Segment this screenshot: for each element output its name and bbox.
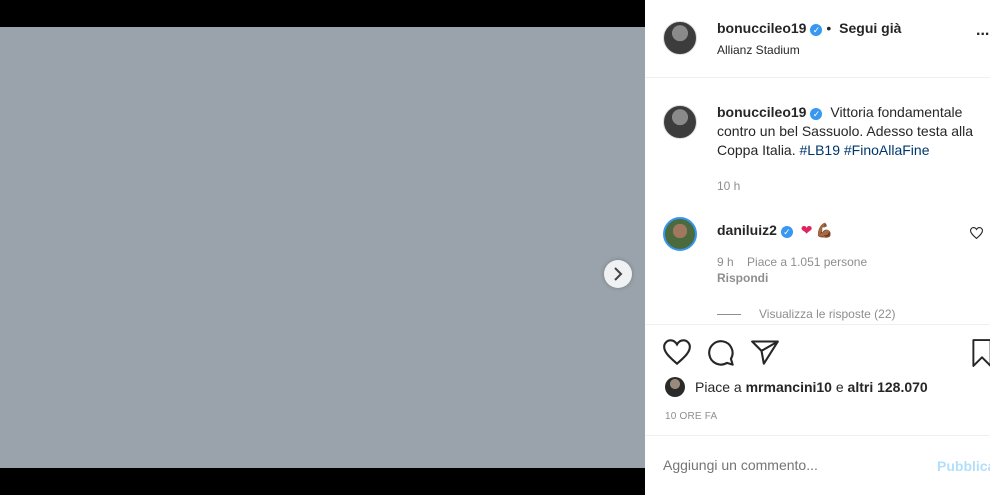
post-photo[interactable] xyxy=(0,27,645,468)
header-separator: • xyxy=(826,20,832,36)
more-options-button[interactable]: ... xyxy=(976,22,990,40)
comments-area[interactable]: bonuccileo19 ✓ Vittoria fondamentale cont… xyxy=(645,79,990,324)
liker-username[interactable]: mrmancini10 xyxy=(746,379,832,395)
post-side-panel: bonuccileo19 ✓ • Segui già Allianz Stadiu… xyxy=(645,0,990,495)
follow-status-button[interactable]: Segui già xyxy=(839,20,901,36)
view-replies-label: Visualizza le risposte (22) xyxy=(759,307,896,321)
verified-badge-icon: ✓ xyxy=(780,226,793,238)
hashtag-link[interactable]: #FinoAllaFine xyxy=(844,142,930,158)
likes-summary[interactable]: Piace a mrmancini10 e altri 128.070 xyxy=(665,377,928,397)
heart-icon xyxy=(969,227,984,240)
next-photo-button[interactable] xyxy=(604,260,632,288)
replies-divider xyxy=(717,313,741,315)
comment-text: daniluiz2 ✓ ❤ 💪🏾 xyxy=(717,222,833,239)
post-timestamp: 10 ORE FA xyxy=(665,411,718,422)
comment-button[interactable] xyxy=(707,339,735,367)
commenter-username[interactable]: daniluiz2 xyxy=(717,222,777,238)
author-avatar[interactable] xyxy=(663,21,697,55)
heart-icon xyxy=(663,339,691,366)
post-header: bonuccileo19 ✓ • Segui già Allianz Stadiu… xyxy=(645,0,990,78)
view-replies-button[interactable]: Visualizza le risposte (22) xyxy=(717,307,896,321)
caption-time: 10 h xyxy=(717,179,741,193)
comment-meta: 9 h Piace a 1.051 persone xyxy=(717,255,877,269)
likes-others-link[interactable]: altri 128.070 xyxy=(848,379,928,395)
bookmark-icon xyxy=(972,339,990,367)
liker-avatar xyxy=(665,377,685,397)
commenter-avatar[interactable] xyxy=(663,217,697,251)
paper-plane-icon xyxy=(751,340,779,365)
comment-input[interactable] xyxy=(663,457,913,473)
add-comment-bar: Pubblica xyxy=(645,435,990,495)
photo-pane xyxy=(0,0,645,495)
post-actions: Piace a mrmancini10 e altri 128.070 10 O… xyxy=(645,324,990,435)
flexed-biceps-emoji: 💪🏾 xyxy=(815,222,833,238)
red-heart-emoji: ❤ xyxy=(800,222,813,238)
comment-icon xyxy=(708,340,734,366)
caption-avatar[interactable] xyxy=(663,105,697,139)
verified-badge-icon: ✓ xyxy=(810,108,823,120)
caption-username[interactable]: bonuccileo19 xyxy=(717,104,806,120)
comment-likes-link[interactable]: Piace a 1.051 persone xyxy=(747,255,867,269)
comment-like-button[interactable] xyxy=(969,227,984,242)
likes-middle: e xyxy=(835,379,844,395)
caption-text: bonuccileo19 ✓ Vittoria fondamentale cont… xyxy=(717,103,987,160)
comment-time: 9 h xyxy=(717,255,734,269)
verified-badge-icon: ✓ xyxy=(810,24,823,36)
location-link[interactable]: Allianz Stadium xyxy=(717,43,800,57)
share-button[interactable] xyxy=(751,339,779,367)
likes-prefix: Piace a xyxy=(695,379,742,395)
author-username[interactable]: bonuccileo19 xyxy=(717,20,806,36)
publish-button[interactable]: Pubblica xyxy=(937,458,990,474)
like-button[interactable] xyxy=(663,339,691,367)
hashtag-link[interactable]: #LB19 xyxy=(800,142,840,158)
chevron-right-icon xyxy=(614,267,623,281)
save-button[interactable] xyxy=(971,339,990,367)
author-line: bonuccileo19 ✓ • Segui già xyxy=(717,20,901,36)
reply-button[interactable]: Rispondi xyxy=(717,271,768,285)
